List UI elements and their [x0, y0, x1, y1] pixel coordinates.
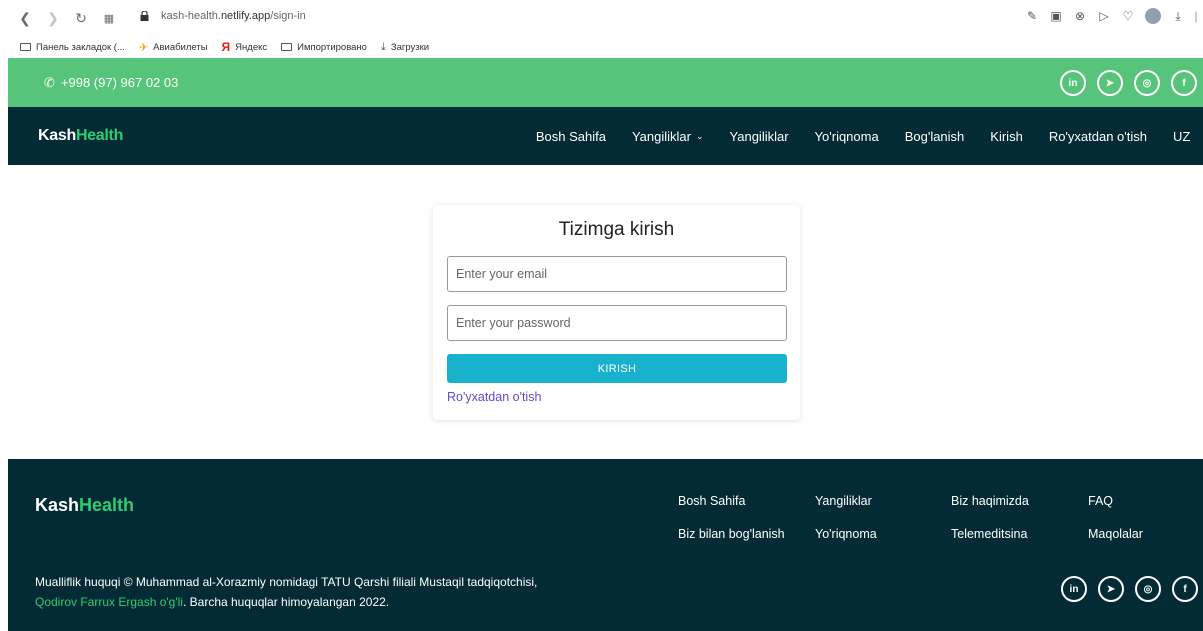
download-icon: ⤓: [380, 40, 386, 53]
facebook-icon[interactable]: f: [1172, 576, 1198, 602]
login-button[interactable]: KIRISH: [447, 354, 787, 383]
bookmarks-bar: Панель закладок (... ✈ Авиабилеты Я Янде…: [0, 36, 1203, 58]
bookmark-label: Яндекс: [235, 41, 268, 53]
footer-link-news[interactable]: Yangiliklar: [815, 494, 872, 508]
footer-link-guide[interactable]: Yo'riqnoma: [815, 527, 877, 541]
url-prefix: kash-health.: [161, 10, 221, 22]
footer-link-articles[interactable]: Maqolalar: [1088, 527, 1143, 541]
logo-text-kash: Kash: [38, 127, 76, 144]
nav-item-register[interactable]: Ro'yxatdan o'tish: [1049, 129, 1147, 144]
block-icon[interactable]: ⊗: [1073, 9, 1087, 23]
browser-toolbar: ❮ ❯ ↻ ▦ kash-health. netlify.app/sign-in …: [0, 0, 1203, 36]
instagram-icon[interactable]: ◎: [1134, 70, 1160, 96]
nav-item-login[interactable]: Kirish: [990, 129, 1023, 144]
main-navbar: KashHealth Bosh Sahifa Yangiliklar ⌄ Yang…: [8, 107, 1203, 165]
signin-title: Tizimga kirish: [558, 219, 675, 240]
footer-link-home[interactable]: Bosh Sahifa: [678, 494, 745, 508]
reload-icon[interactable]: ↻: [70, 7, 92, 29]
lock-icon: [140, 10, 149, 21]
copyright-text: Mualliflik huquqi © Muhammad al-Xorazmiy…: [35, 572, 537, 612]
url-path: /sign-in: [270, 10, 306, 22]
bookmark-label: Импортировано: [297, 41, 367, 53]
telegram-icon[interactable]: ➤: [1098, 576, 1124, 602]
linkedin-icon[interactable]: in: [1060, 70, 1086, 96]
yandex-icon: Я: [221, 40, 231, 54]
facebook-icon[interactable]: f: [1171, 70, 1197, 96]
phone-icon: ✆: [44, 74, 55, 90]
nav-item-guide[interactable]: Yo'riqnoma: [815, 129, 879, 144]
camera-icon[interactable]: ▣: [1049, 9, 1063, 23]
nav-label: Ro'yxatdan o'tish: [1048, 128, 1147, 144]
password-field[interactable]: [447, 305, 787, 341]
nav-label: Bosh Sahifa: [535, 128, 606, 144]
profile-avatar[interactable]: [1145, 8, 1161, 24]
copyright-author[interactable]: Qodirov Farrux Ergash o'g'li: [35, 595, 183, 609]
site-logo[interactable]: KashHealth: [38, 127, 123, 145]
logo-text-health: Health: [79, 495, 135, 515]
linkedin-icon[interactable]: in: [1061, 576, 1087, 602]
bookmark-item[interactable]: Я Яндекс: [222, 40, 268, 54]
plane-icon: ✈: [138, 41, 149, 54]
copyright-end: . Barcha huquqlar himoyalangan 2022.: [182, 595, 390, 609]
download-icon[interactable]: ⤓: [1171, 9, 1185, 23]
nav-item-contact[interactable]: Bog'lanish: [905, 129, 965, 144]
send-icon[interactable]: ▷: [1097, 9, 1111, 23]
footer-link-telemedicine[interactable]: Telemeditsina: [951, 527, 1027, 541]
instagram-icon[interactable]: ◎: [1135, 576, 1161, 602]
bookmark-item[interactable]: ✈ Авиабилеты: [139, 41, 208, 54]
signin-card: Tizimga kirish KIRISH Ro'yxatdan o'tish: [433, 205, 800, 420]
footer-social-links: in ➤ ◎ f: [1061, 576, 1198, 602]
forward-icon[interactable]: ❯: [42, 7, 64, 29]
nav-label: Yo'riqnoma: [814, 128, 879, 144]
contact-topbar: ✆ +998 (97) 967 02 03 in ➤ ◎ f: [8, 58, 1203, 107]
apps-grid-icon[interactable]: ▦: [98, 7, 120, 29]
copyright-line: Mualliflik huquqi © Muhammad al-Xorazmiy…: [35, 575, 538, 589]
bookmark-label: Загрузки: [390, 41, 430, 53]
nav-label: Yangiliklar: [729, 128, 789, 144]
logo-text-health: Health: [75, 127, 124, 144]
folder-icon: [20, 43, 31, 51]
nav-label: Kirish: [990, 128, 1023, 144]
web-page: ✆ +998 (97) 967 02 03 in ➤ ◎ f KashHealt…: [8, 58, 1203, 631]
email-field[interactable]: [447, 256, 787, 292]
language-selector[interactable]: UZ: [1173, 129, 1203, 144]
nav-item-news[interactable]: Yangiliklar: [730, 129, 789, 144]
register-link[interactable]: Ro'yxatdan o'tish: [447, 390, 541, 404]
bookmark-label: Панель закладок (...: [36, 41, 125, 53]
nav-item-news-dropdown[interactable]: Yangiliklar ⌄: [632, 129, 704, 144]
bookmark-label: Авиабилеты: [153, 41, 208, 53]
nav-label: Yangiliklar: [631, 128, 691, 144]
heart-icon[interactable]: ♡: [1121, 9, 1135, 23]
address-bar[interactable]: kash-health. netlify.app/sign-in: [140, 10, 306, 22]
folder-icon: [281, 43, 293, 51]
chevron-down-icon: ⌄: [695, 130, 704, 141]
nav-label: Bog'lanish: [904, 128, 965, 144]
menu-divider: |: [1194, 9, 1198, 23]
footer-logo[interactable]: KashHealth: [35, 495, 134, 516]
telegram-icon[interactable]: ➤: [1097, 70, 1123, 96]
nav-label: UZ: [1173, 128, 1191, 144]
footer-link-contact[interactable]: Biz bilan bog'lanish: [678, 527, 785, 541]
phone-number: +998 (97) 967 02 03: [60, 75, 179, 90]
footer-link-faq[interactable]: FAQ: [1088, 494, 1113, 508]
site-footer: KashHealth Bosh Sahifa Yangiliklar Biz h…: [8, 459, 1203, 631]
bookmark-item[interactable]: ⤓ Загрузки: [381, 41, 429, 54]
url-domain: netlify.app: [220, 10, 271, 22]
nav-item-home[interactable]: Bosh Sahifa: [536, 129, 606, 144]
back-icon[interactable]: ❮: [14, 7, 36, 29]
phone-contact[interactable]: ✆ +998 (97) 967 02 03: [44, 75, 178, 91]
bookmark-item[interactable]: Импортировано: [281, 42, 367, 53]
logo-text-kash: Kash: [35, 495, 80, 515]
bookmark-item[interactable]: Панель закладок (...: [20, 42, 125, 53]
share-icon[interactable]: ✎: [1025, 9, 1039, 23]
nav-menu: Bosh Sahifa Yangiliklar ⌄ Yangiliklar Yo'…: [536, 107, 1203, 165]
footer-link-about[interactable]: Biz haqimizda: [951, 494, 1029, 508]
social-links: in ➤ ◎ f: [1060, 70, 1197, 96]
